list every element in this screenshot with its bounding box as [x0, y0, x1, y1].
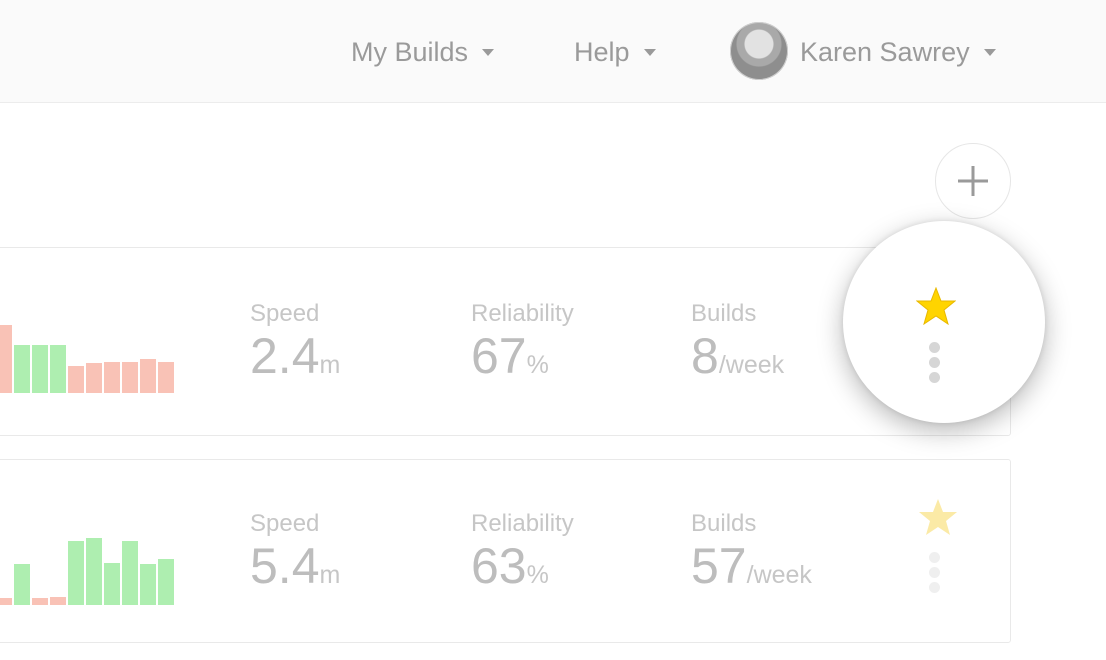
builds-label: Builds [691, 300, 757, 327]
reliability-value: 63 [471, 538, 527, 594]
user-menu[interactable]: Karen Sawrey [800, 34, 996, 70]
speed-unit: m [319, 561, 341, 589]
build-history-bar[interactable] [32, 345, 48, 393]
reliability-metric: Reliability 63% [471, 510, 574, 594]
pipeline-card[interactable]: Speed 5.4m Reliability 63% Builds 57/wee… [0, 459, 1011, 643]
build-history-bar[interactable] [158, 559, 174, 605]
build-history-bar[interactable] [68, 541, 84, 605]
speed-value: 5.4 [250, 538, 320, 594]
build-history-bar[interactable] [140, 564, 156, 605]
build-history-bar[interactable] [14, 345, 30, 393]
star-icon[interactable] [916, 287, 956, 325]
builds-unit: /week [746, 561, 812, 589]
reliability-label: Reliability [471, 300, 574, 327]
build-history-bar[interactable] [0, 598, 12, 605]
more-options-icon[interactable] [929, 552, 941, 597]
build-history-bar[interactable] [86, 538, 102, 605]
build-history-bar[interactable] [104, 362, 120, 393]
speed-label: Speed [250, 510, 320, 537]
build-history-bar[interactable] [68, 366, 84, 393]
help-menu[interactable]: Help [574, 34, 656, 70]
builds-unit: /week [718, 351, 785, 379]
builds-value: 57 [691, 538, 747, 594]
build-history-bar[interactable] [86, 363, 102, 393]
reliability-metric: Reliability 67% [471, 300, 574, 384]
chevron-down-icon [983, 48, 996, 56]
speed-value: 2.4 [250, 328, 320, 384]
reliability-unit: % [526, 561, 549, 589]
add-pipeline-button[interactable] [935, 143, 1011, 219]
reliability-label: Reliability [471, 510, 574, 537]
build-history-bar[interactable] [158, 362, 174, 393]
speed-unit: m [319, 351, 341, 379]
plus-icon [958, 166, 988, 196]
builds-label: Builds [691, 510, 757, 537]
build-history-bar[interactable] [104, 563, 120, 605]
my-builds-menu[interactable]: My Builds [351, 34, 495, 70]
build-history-bar[interactable] [122, 541, 138, 605]
build-history-bar[interactable] [140, 359, 156, 393]
chevron-down-icon [482, 48, 495, 56]
build-history-bar[interactable] [14, 564, 30, 605]
my-builds-label: My Builds [351, 36, 469, 67]
build-history-bar[interactable] [122, 362, 138, 393]
star-icon[interactable] [918, 498, 958, 536]
build-history-bar[interactable] [32, 598, 48, 605]
speed-metric: Speed 5.4m [250, 510, 340, 594]
reliability-unit: % [526, 351, 549, 379]
highlight-spotlight [843, 221, 1045, 423]
top-navigation-bar: My Builds Help Karen Sawrey [0, 0, 1106, 103]
builds-metric: Builds 8/week [691, 300, 784, 384]
help-label: Help [574, 36, 630, 67]
speed-metric: Speed 2.4m [250, 300, 340, 384]
builds-metric: Builds 57/week [691, 510, 812, 594]
chevron-down-icon [643, 48, 656, 56]
build-history-bar[interactable] [0, 325, 12, 393]
user-avatar[interactable] [730, 22, 788, 80]
user-name: Karen Sawrey [800, 36, 970, 67]
more-options-icon[interactable] [929, 342, 941, 387]
reliability-value: 67 [471, 328, 527, 384]
speed-label: Speed [250, 300, 320, 327]
builds-value: 8 [691, 328, 719, 384]
build-history-bar[interactable] [50, 345, 66, 393]
build-history-bar[interactable] [50, 597, 66, 605]
